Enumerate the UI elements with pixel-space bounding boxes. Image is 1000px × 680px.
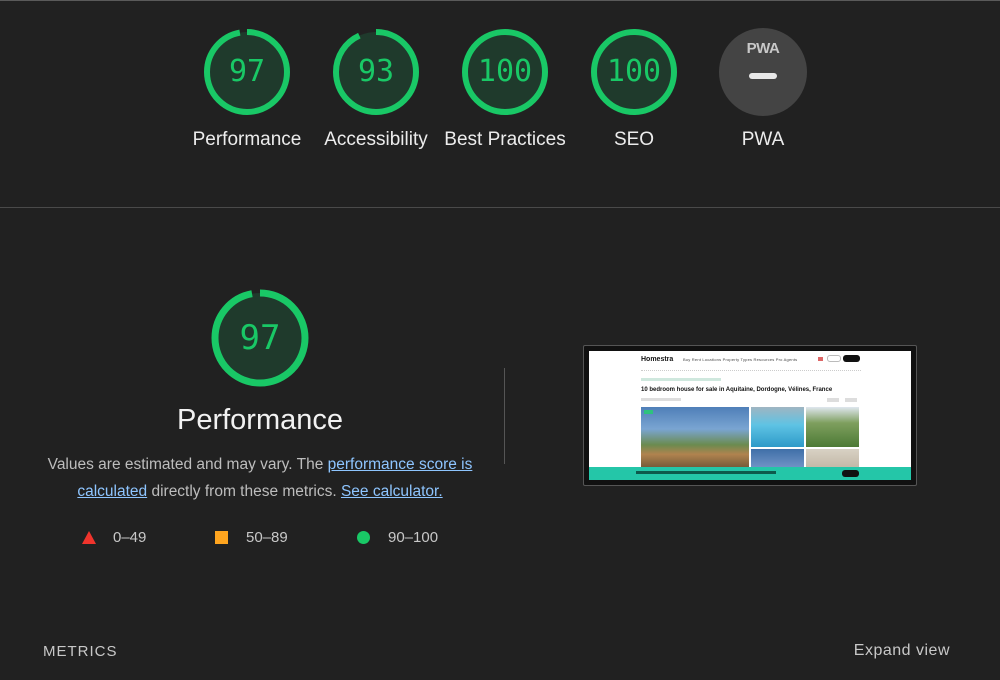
performance-description: Values are estimated and may vary. The p… [40,451,480,505]
screenshot-list-button [843,355,860,362]
gauge-score: 100 [477,54,533,89]
screenshot-garden-photo [806,407,859,447]
pwa-badge-text: PWA [746,40,780,57]
legend-range: 90–100 [388,529,439,546]
gauge-label: Performance [192,129,302,150]
screenshot-banner-button [842,470,859,477]
flag-icon [818,357,823,361]
gauge-label: PWA [741,129,785,150]
screenshot-logo: Homestra [641,356,674,363]
gauge-seo[interactable]: 100 SEO [569,28,699,153]
pwa-dash-icon [749,73,777,79]
gauge-score: 93 [357,54,395,89]
screenshot-main-photo [641,407,749,470]
triangle-icon [82,531,96,544]
top-border [0,0,1000,1]
desc-middle: directly from these metrics. [147,483,341,500]
square-icon [215,531,228,544]
screenshot-share [827,398,839,402]
gauge-label: Accessibility [324,129,428,150]
gauge-score: 97 [228,54,266,89]
performance-score: 97 [239,318,281,358]
desc-prefix: Values are estimated and may vary. The [47,456,328,473]
gauge-pwa[interactable]: PWA PWA [698,28,828,153]
screenshot-pool-photo [751,407,804,447]
screenshot-page: Homestra Buy Rent Locations Property Typ… [589,351,911,480]
gauge-label: SEO [613,129,655,150]
screenshot-tag [644,410,653,414]
screenshot-listing-title: 10 bedroom house for sale in Aquitaine, … [641,387,833,393]
screenshot-subnav [641,367,861,371]
score-legend: 0–49 50–89 90–100 [0,526,520,550]
screenshot-login-button [827,355,841,362]
performance-title: Performance [176,404,343,436]
pwa-badge: PWA [719,28,807,116]
final-screenshot[interactable]: Homestra Buy Rent Locations Property Typ… [583,345,917,486]
section-divider [0,207,1000,208]
screenshot-signup-banner [589,467,911,480]
gauge-label: Best Practices [444,129,566,150]
gauge-best-practices[interactable]: 100 Best Practices [440,28,570,153]
gauge-accessibility[interactable]: 93 Accessibility [311,28,441,153]
vertical-separator [504,368,505,464]
metrics-title: METRICS [43,643,118,660]
see-calculator-link[interactable]: See calculator. [341,483,443,500]
gauge-score: 100 [606,54,662,89]
category-gauges: 97 Performance 93 Accessibility 100 Best… [0,28,1000,198]
legend-range: 50–89 [246,529,288,546]
performance-summary: 97 Performance Values are estimated and … [0,288,520,578]
screenshot-save [845,398,857,402]
screenshot-breadcrumb [641,378,721,381]
screenshot-banner-text [636,471,776,474]
screenshot-meta [641,398,681,401]
gauge-performance[interactable]: 97 Performance [182,28,312,153]
expand-view-toggle[interactable]: Expand view [854,642,950,660]
legend-range: 0–49 [113,529,147,546]
circle-icon [357,531,370,544]
screenshot-nav: Buy Rent Locations Property Types Resour… [683,357,798,362]
